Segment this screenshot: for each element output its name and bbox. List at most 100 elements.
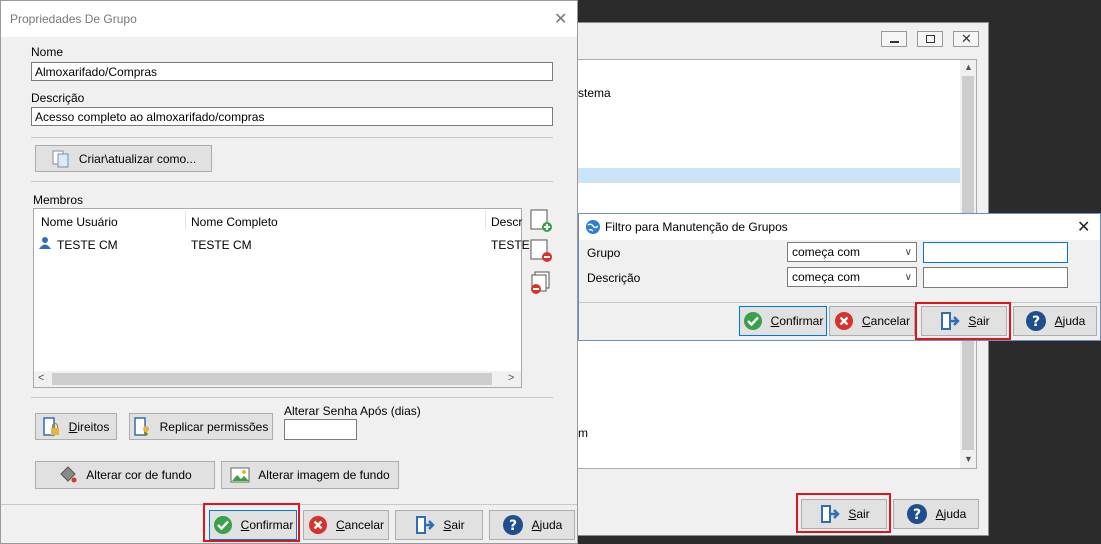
- exit-door-icon: [413, 514, 436, 536]
- descricao-mode-value: começa com: [792, 270, 861, 284]
- paint-bucket-icon: [58, 465, 78, 485]
- close-button[interactable]: ✕: [953, 31, 979, 47]
- filter-confirmar-button[interactable]: Confirmar: [739, 306, 827, 336]
- back-sair-button[interactable]: Sair: [801, 499, 887, 529]
- alterar-senha-input[interactable]: [284, 419, 357, 440]
- image-icon: [230, 465, 250, 485]
- cell-completo: TESTE CM: [191, 238, 252, 252]
- remove-all-members-button[interactable]: [529, 271, 553, 295]
- filter-cancelar-label: Cancelar: [861, 314, 911, 328]
- membros-label: Membros: [33, 193, 84, 207]
- cancel-icon: [308, 515, 328, 535]
- close-icon[interactable]: ✕: [554, 9, 567, 29]
- remove-member-button[interactable]: [529, 239, 553, 263]
- descricao-mode-select[interactable]: começa com ∨: [787, 267, 917, 287]
- globe-icon: [585, 219, 601, 238]
- scroll-up-icon[interactable]: ▲: [964, 62, 973, 72]
- divider: [31, 397, 553, 398]
- add-member-button[interactable]: [529, 209, 553, 233]
- copy-documents-icon: [51, 149, 71, 169]
- help-icon: ?: [906, 503, 928, 525]
- descricao-input[interactable]: [923, 267, 1068, 288]
- direitos-button[interactable]: Direitos: [35, 413, 117, 440]
- table-row[interactable]: TESTE CM TESTE CM TESTE: [34, 233, 530, 253]
- nome-input[interactable]: [31, 62, 553, 81]
- divider: [31, 137, 553, 138]
- direitos-label: Direitos: [68, 419, 110, 434]
- back-ajuda-label: Ajuda: [935, 507, 967, 521]
- filter-sair-label: Sair: [968, 314, 990, 328]
- minimize-button[interactable]: [881, 31, 907, 47]
- descricao-label: Descrição: [31, 91, 85, 105]
- replicate-key-icon: [133, 416, 152, 437]
- close-icon: ✕: [961, 31, 972, 46]
- check-icon: [213, 515, 233, 535]
- filter-ajuda-button[interactable]: ? Ajuda: [1013, 306, 1097, 336]
- criar-atualizar-button[interactable]: Criar\atualizar como...: [35, 145, 212, 172]
- divider: [579, 302, 1100, 303]
- rights-lock-icon: [42, 416, 61, 437]
- svg-text:?: ?: [913, 507, 921, 523]
- restore-button[interactable]: [917, 31, 943, 47]
- group-properties-dialog: Propriedades De Grupo ✕ Nome Descrição C…: [0, 0, 578, 544]
- confirmar-button[interactable]: Confirmar: [209, 510, 297, 540]
- list-item: stema: [578, 86, 611, 100]
- remove-multiple-icon: [531, 271, 550, 294]
- replicar-permissoes-label: Replicar permissões: [159, 419, 269, 434]
- alterar-senha-label: Alterar Senha Após (dias): [284, 404, 421, 418]
- alterar-imagem-label: Alterar imagem de fundo: [258, 468, 390, 482]
- grupo-mode-value: começa com: [792, 245, 861, 259]
- table-header: Nome Usuário Nome Completo Descr: [34, 209, 522, 231]
- filter-dialog: Filtro para Manutenção de Grupos ✕ Grupo…: [578, 213, 1101, 341]
- cell-descr: TESTE: [491, 238, 530, 252]
- descricao-label: Descrição: [587, 271, 641, 285]
- list-item: m: [578, 426, 588, 440]
- user-icon: [39, 236, 51, 252]
- remove-document-icon: [530, 239, 552, 262]
- back-ajuda-button[interactable]: ? Ajuda: [893, 499, 979, 529]
- exit-door-icon: [818, 503, 841, 525]
- grupo-label: Grupo: [587, 246, 621, 260]
- column-header-usuario[interactable]: Nome Usuário: [41, 215, 118, 229]
- sair-button[interactable]: Sair: [395, 510, 483, 540]
- filter-titlebar: Filtro para Manutenção de Grupos ✕: [579, 214, 1100, 240]
- svg-text:?: ?: [1032, 314, 1040, 330]
- filter-cancelar-button[interactable]: Cancelar: [829, 306, 915, 336]
- back-sair-label: Sair: [848, 507, 870, 521]
- scroll-left-icon[interactable]: <: [38, 372, 44, 384]
- list-item-selected[interactable]: [566, 168, 960, 183]
- dialog-title: Propriedades De Grupo: [10, 12, 137, 26]
- members-table[interactable]: Nome Usuário Nome Completo Descr TESTE C…: [33, 208, 530, 388]
- filter-ajuda-label: Ajuda: [1054, 314, 1086, 328]
- nome-label: Nome: [31, 45, 64, 59]
- replicar-permissoes-button[interactable]: Replicar permissões: [129, 413, 273, 440]
- grupo-input[interactable]: [923, 242, 1068, 263]
- svg-text:?: ?: [509, 518, 517, 534]
- descricao-input[interactable]: [31, 107, 553, 126]
- alterar-cor-button[interactable]: Alterar cor de fundo: [35, 461, 215, 489]
- filter-sair-button[interactable]: Sair: [921, 306, 1007, 336]
- ajuda-label: Ajuda: [531, 518, 563, 532]
- alterar-cor-label: Alterar cor de fundo: [86, 468, 192, 482]
- cancel-icon: [834, 311, 854, 331]
- cancelar-button[interactable]: Cancelar: [303, 510, 389, 540]
- chevron-down-icon: ∨: [904, 246, 912, 258]
- ajuda-button[interactable]: ? Ajuda: [489, 510, 575, 540]
- column-header-completo[interactable]: Nome Completo: [191, 215, 278, 229]
- close-icon[interactable]: ✕: [1077, 217, 1090, 237]
- alterar-imagem-button[interactable]: Alterar imagem de fundo: [221, 461, 399, 489]
- scroll-right-icon[interactable]: >: [508, 372, 514, 384]
- filter-confirmar-label: Confirmar: [770, 314, 824, 328]
- help-icon: ?: [502, 514, 524, 536]
- check-icon: [743, 311, 763, 331]
- divider: [31, 181, 553, 182]
- grupo-mode-select[interactable]: começa com ∨: [787, 242, 917, 262]
- chevron-down-icon: ∨: [904, 271, 912, 283]
- scroll-thumb[interactable]: [52, 373, 492, 385]
- filter-title: Filtro para Manutenção de Grupos: [605, 220, 788, 234]
- scroll-down-icon[interactable]: ▼: [964, 454, 973, 464]
- cell-usuario: TESTE CM: [57, 238, 118, 252]
- column-header-descr[interactable]: Descr: [491, 215, 522, 229]
- horizontal-scrollbar[interactable]: < >: [34, 371, 521, 387]
- dialog-titlebar: Propriedades De Grupo ✕: [1, 1, 577, 37]
